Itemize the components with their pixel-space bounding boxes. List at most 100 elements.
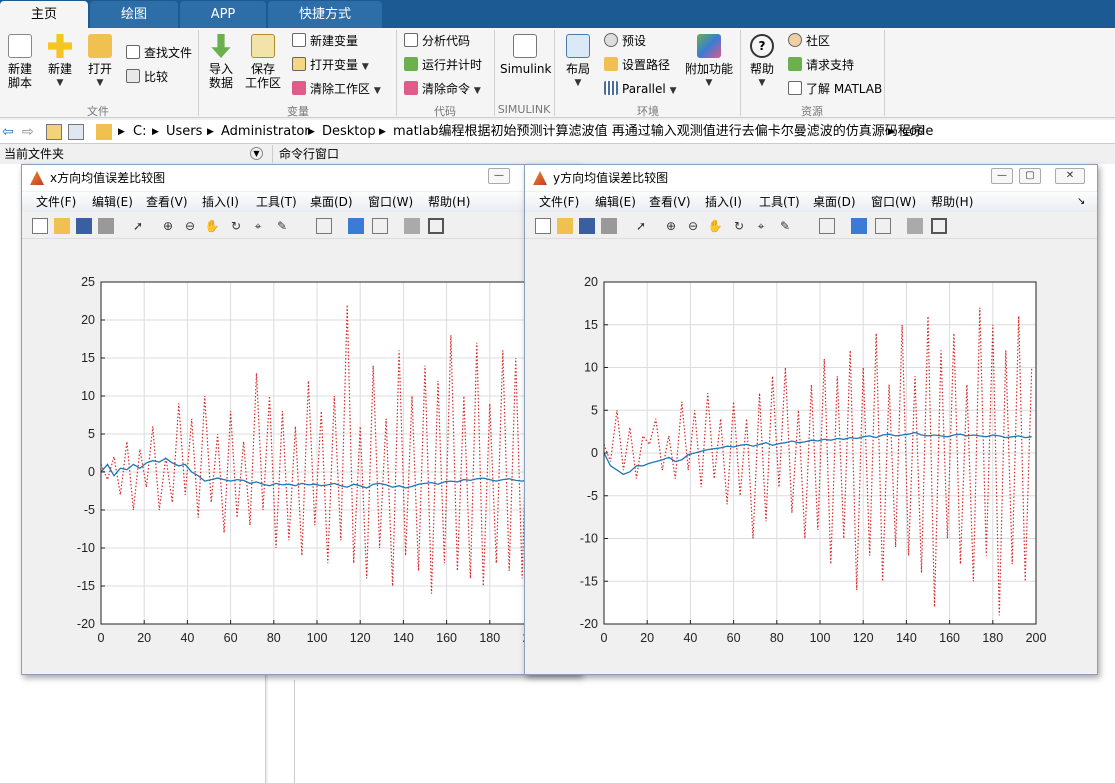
analyze-code-label: 分析代码 [422,34,471,48]
new-figure-icon[interactable] [535,218,551,234]
plot-axes-x[interactable]: 020406080100120140160180200-20-15-10-505… [22,240,580,674]
data-cursor-icon[interactable]: ⌖ [250,218,266,234]
zoom-in-icon[interactable]: ⊕ [663,218,679,234]
dock-arrow-icon[interactable]: ↘ [1077,192,1085,212]
compare-button[interactable]: 比较 [126,68,168,86]
save-icon[interactable] [76,218,92,234]
show-plot-tools-icon[interactable] [931,218,947,234]
open-variable-button[interactable]: 打开变量 ▼ [292,56,369,74]
breadcrumb-item[interactable]: C: [133,120,146,144]
request-support-button[interactable]: 请求支持 [788,56,854,74]
print-icon[interactable] [601,218,617,234]
hide-plot-tools-icon[interactable] [907,218,923,234]
save-workspace-button[interactable]: 保存 工作区 [244,34,282,90]
menu-insert[interactable]: 插入(I) [705,192,742,212]
tab-shortcuts[interactable]: 快捷方式 [268,1,382,28]
link-plot-icon[interactable] [316,218,332,234]
analyze-code-button[interactable]: 分析代码 [404,32,470,50]
menu-tools[interactable]: 工具(T) [759,192,800,212]
minimize-icon[interactable]: — [991,168,1013,184]
brush-icon[interactable]: ✎ [777,218,793,234]
simulink-button[interactable]: Simulink [500,34,551,76]
colorbar-icon[interactable] [348,218,364,234]
open-file-icon[interactable] [54,218,70,234]
menu-desktop[interactable]: 桌面(D) [310,192,353,212]
menu-help[interactable]: 帮助(H) [931,192,973,212]
menu-insert[interactable]: 插入(I) [202,192,239,212]
help-button[interactable]: ? 帮助 ▼ [746,34,778,90]
preferences-button[interactable]: 预设 [604,32,646,50]
figure-window-x[interactable]: x方向均值误差比较图 — 文件(F) 编辑(E) 查看(V) 插入(I) 工具(… [21,164,581,675]
pointer-icon[interactable]: ➚ [130,218,146,234]
link-plot-icon[interactable] [819,218,835,234]
tab-apps[interactable]: APP [180,1,266,28]
pointer-icon[interactable]: ➚ [633,218,649,234]
clear-commands-button[interactable]: 清除命令 ▼ [404,80,481,98]
menu-view[interactable]: 查看(V) [146,192,188,212]
new-script-button[interactable]: 新建 脚本 [4,34,36,90]
run-and-time-button[interactable]: 运行并计时 [404,56,482,74]
pan-hand-icon[interactable]: ✋ [204,218,220,234]
breadcrumb-item[interactable]: Users [166,120,202,144]
menu-window[interactable]: 窗口(W) [871,192,916,212]
minimize-icon[interactable]: — [488,168,510,184]
rotate-icon[interactable]: ↻ [731,218,747,234]
maximize-icon[interactable]: ▢ [1019,168,1041,184]
tab-plots[interactable]: 绘图 [90,1,178,28]
figure-title-bar[interactable]: y方向均值误差比较图 — ▢ ✕ [525,165,1097,191]
parallel-button[interactable]: Parallel ▼ [604,80,676,98]
menu-file[interactable]: 文件(F) [539,192,579,212]
import-data-button[interactable]: 导入 数据 [204,34,238,90]
print-icon[interactable] [98,218,114,234]
menu-help[interactable]: 帮助(H) [428,192,470,212]
new-figure-icon[interactable] [32,218,48,234]
brush-icon[interactable]: ✎ [274,218,290,234]
close-icon[interactable]: ✕ [1055,168,1085,184]
back-arrow-icon[interactable]: ⇦ [2,124,18,140]
learn-matlab-button[interactable]: 了解 MATLAB [788,80,882,98]
up-folder-icon[interactable] [46,124,62,140]
new-variable-button[interactable]: 新建变量 [292,32,358,50]
open-file-icon[interactable] [557,218,573,234]
x-tick-label: 140 [393,631,414,645]
set-path-label: 设置路径 [622,58,671,72]
breadcrumb-item[interactable]: code [902,120,933,144]
community-button[interactable]: 社区 [788,32,830,50]
menu-edit[interactable]: 编辑(E) [92,192,133,212]
hide-plot-tools-icon[interactable] [404,218,420,234]
plot-axes-y[interactable]: 0 20 40 60 80 100 120 140 160 180 200 -20 -15 -10 -5 0 5… [525,240,1097,674]
zoom-out-icon[interactable]: ⊖ [182,218,198,234]
menu-file[interactable]: 文件(F) [36,192,76,212]
panel-menu-icon[interactable]: ▼ [250,147,263,160]
zoom-out-icon[interactable]: ⊖ [685,218,701,234]
colorbar-icon[interactable] [851,218,867,234]
pan-hand-icon[interactable]: ✋ [707,218,723,234]
figure-window-y[interactable]: y方向均值误差比较图 — ▢ ✕ 文件(F) 编辑(E) 查看(V) 插入(I)… [524,164,1098,675]
legend-icon[interactable] [372,218,388,234]
show-plot-tools-icon[interactable] [428,218,444,234]
menu-edit[interactable]: 编辑(E) [595,192,636,212]
clear-workspace-button[interactable]: 清除工作区 ▼ [292,80,381,98]
save-icon[interactable] [579,218,595,234]
menu-window[interactable]: 窗口(W) [368,192,413,212]
breadcrumb-item[interactable]: Desktop [322,120,376,144]
find-files-button[interactable]: 查找文件 [126,44,192,62]
menu-tools[interactable]: 工具(T) [256,192,297,212]
breadcrumb-item[interactable]: matlab编程根据初始预测计算滤波值 再通过输入观测值进行去偏卡尔曼滤波的仿真… [393,120,924,144]
open-button[interactable]: 打开 ▼ [84,34,116,90]
forward-arrow-icon[interactable]: ⇨ [22,124,38,140]
set-path-button[interactable]: 设置路径 [604,56,670,74]
addons-button[interactable]: 附加功能 ▼ [684,34,734,90]
menu-desktop[interactable]: 桌面(D) [813,192,856,212]
menu-view[interactable]: 查看(V) [649,192,691,212]
legend-icon[interactable] [875,218,891,234]
tab-home[interactable]: 主页 [0,1,88,28]
rotate-icon[interactable]: ↻ [228,218,244,234]
new-button[interactable]: 新建 ▼ [44,34,76,90]
browse-folder-icon[interactable] [68,124,84,140]
zoom-in-icon[interactable]: ⊕ [160,218,176,234]
data-cursor-icon[interactable]: ⌖ [753,218,769,234]
layout-button[interactable]: 布局 ▼ [562,34,594,90]
figure-title-bar[interactable]: x方向均值误差比较图 — [22,165,580,191]
breadcrumb-item[interactable]: Administrator [221,120,310,144]
